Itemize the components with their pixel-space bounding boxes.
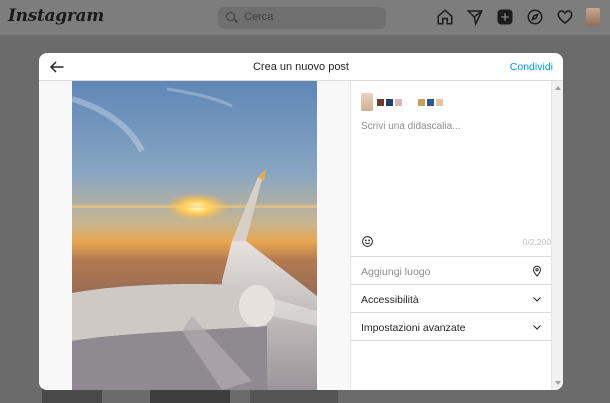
photo-preview	[72, 81, 317, 390]
heart-icon[interactable]	[556, 8, 574, 26]
user-avatar	[361, 93, 373, 111]
accessibility-row[interactable]: Accessibilità	[351, 284, 551, 312]
emoji-icon[interactable]	[361, 235, 374, 248]
character-counter: 0/2,200	[522, 237, 551, 247]
user-header	[361, 91, 443, 113]
share-button[interactable]: Condividi	[510, 61, 553, 73]
avatar[interactable]	[586, 8, 600, 26]
photo-preview-area	[39, 81, 350, 390]
search-icon	[226, 12, 235, 21]
add-location-label: Aggiungi luogo	[361, 266, 431, 278]
post-details-panel: Scrivi una didascalia... 0/2,200 Aggiung…	[351, 81, 563, 390]
advanced-settings-row[interactable]: Impostazioni avanzate	[351, 312, 551, 340]
nav-icons	[436, 8, 600, 26]
search-placeholder: Cerca	[244, 11, 274, 23]
instagram-logo[interactable]: Instagram	[8, 6, 104, 26]
add-location-row[interactable]: Aggiungi luogo	[351, 256, 551, 284]
explore-icon[interactable]	[526, 8, 544, 26]
search-box[interactable]: Cerca	[218, 7, 386, 29]
chevron-down-icon	[533, 325, 541, 330]
username-redacted	[377, 98, 443, 106]
advanced-settings-label: Impostazioni avanzate	[361, 322, 466, 334]
scrollbar[interactable]	[551, 81, 563, 390]
location-pin-icon	[532, 265, 542, 277]
caption-input[interactable]: Scrivi una didascalia...	[361, 121, 551, 132]
scroll-down-arrow[interactable]	[555, 381, 561, 385]
chevron-down-icon	[533, 297, 541, 302]
messenger-icon[interactable]	[466, 8, 484, 26]
modal-header: Crea un nuovo post Condividi	[39, 53, 563, 81]
modal-title: Crea un nuovo post	[252, 61, 349, 73]
scroll-up-arrow[interactable]	[555, 86, 561, 90]
home-icon[interactable]	[436, 8, 454, 26]
create-post-modal: Crea un nuovo post Condividi Scrivi una …	[39, 53, 563, 390]
accessibility-label: Accessibilità	[361, 294, 419, 306]
airplane-sunset-photo	[72, 81, 317, 390]
new-post-icon[interactable]	[496, 8, 514, 26]
top-navigation-bar: Instagram Cerca	[0, 0, 610, 36]
divider	[351, 340, 551, 341]
